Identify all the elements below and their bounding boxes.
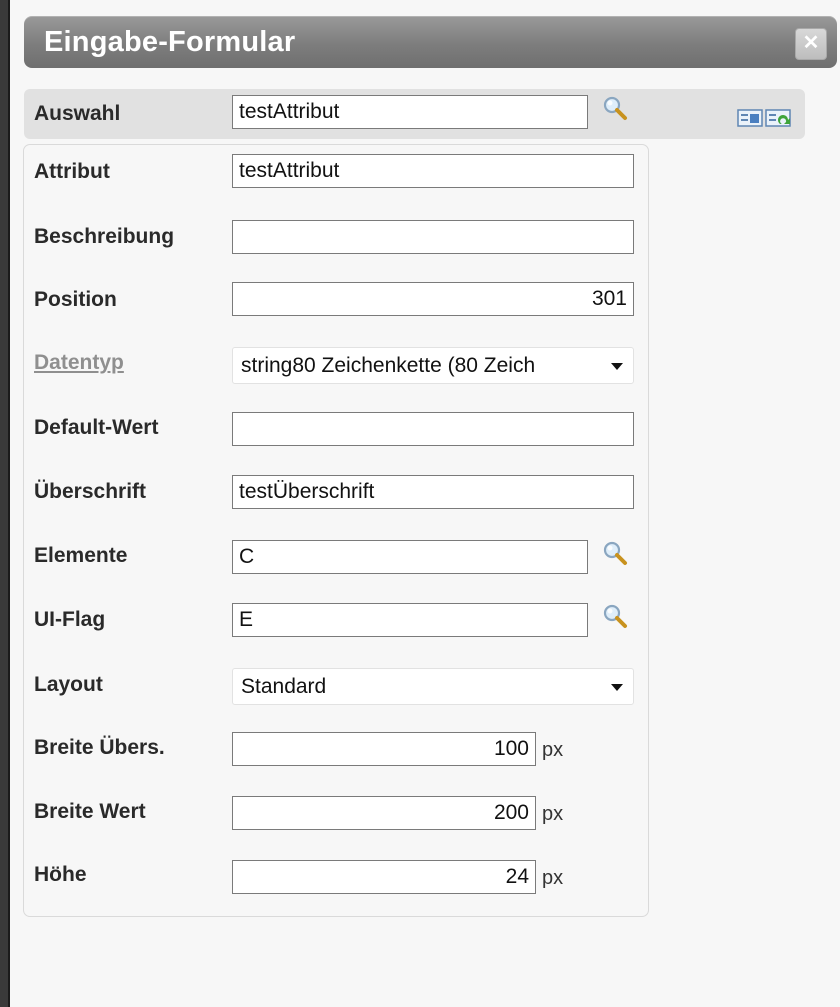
beschreibung-input[interactable]: [232, 220, 634, 254]
chevron-down-icon: [611, 684, 623, 691]
window-title: Eingabe-Formular: [44, 26, 296, 58]
breite-uebers-input[interactable]: 100: [232, 732, 536, 766]
ui-flag-search-icon[interactable]: [602, 603, 628, 629]
elemente-search-icon[interactable]: [602, 540, 628, 566]
ueberschrift-label: Überschrift: [34, 480, 147, 503]
breite-wert-input[interactable]: 200: [232, 796, 536, 830]
ui-flag-input[interactable]: E: [232, 603, 588, 637]
layout-label: Layout: [34, 673, 103, 696]
default-wert-label: Default-Wert: [34, 416, 159, 439]
close-button[interactable]: ✕: [795, 28, 827, 60]
datentyp-link[interactable]: Datentyp: [34, 351, 124, 375]
datentyp-select[interactable]: string80 Zeichenkette (80 Zeich: [232, 347, 634, 384]
layout-selected-value: Standard: [241, 675, 327, 698]
auswahl-input[interactable]: testAttribut: [232, 95, 588, 129]
elemente-label: Elemente: [34, 544, 128, 567]
ui-flag-label: UI-Flag: [34, 608, 106, 631]
elemente-input[interactable]: C: [232, 540, 588, 574]
position-label: Position: [34, 288, 117, 311]
copy-form-icon[interactable]: [737, 108, 795, 128]
left-window-edge: [0, 0, 10, 1007]
beschreibung-label: Beschreibung: [34, 225, 175, 248]
title-bar[interactable]: Eingabe-Formular ✕: [24, 16, 837, 68]
breite-uebers-unit: px: [542, 739, 564, 761]
breite-wert-unit: px: [542, 803, 564, 825]
hoehe-label: Höhe: [34, 863, 87, 886]
datentyp-selected-value: string80 Zeichenkette (80 Zeich: [241, 354, 536, 377]
close-icon: ✕: [802, 32, 820, 54]
layout-select[interactable]: Standard: [232, 668, 634, 705]
default-wert-input[interactable]: [232, 412, 634, 446]
auswahl-label: Auswahl: [34, 102, 121, 125]
breite-uebers-label: Breite Übers.: [34, 736, 165, 759]
eingabe-formular-window: Eingabe-Formular ✕ Auswahl testAttribut …: [10, 0, 840, 1007]
auswahl-search-icon[interactable]: [602, 95, 628, 121]
position-input[interactable]: 301: [232, 282, 634, 316]
chevron-down-icon: [611, 363, 623, 370]
attribut-input[interactable]: testAttribut: [232, 154, 634, 188]
hoehe-input[interactable]: 24: [232, 860, 536, 894]
breite-wert-label: Breite Wert: [34, 800, 146, 823]
ueberschrift-input[interactable]: testÜberschrift: [232, 475, 634, 509]
attribut-label: Attribut: [34, 160, 110, 183]
hoehe-unit: px: [542, 867, 564, 889]
